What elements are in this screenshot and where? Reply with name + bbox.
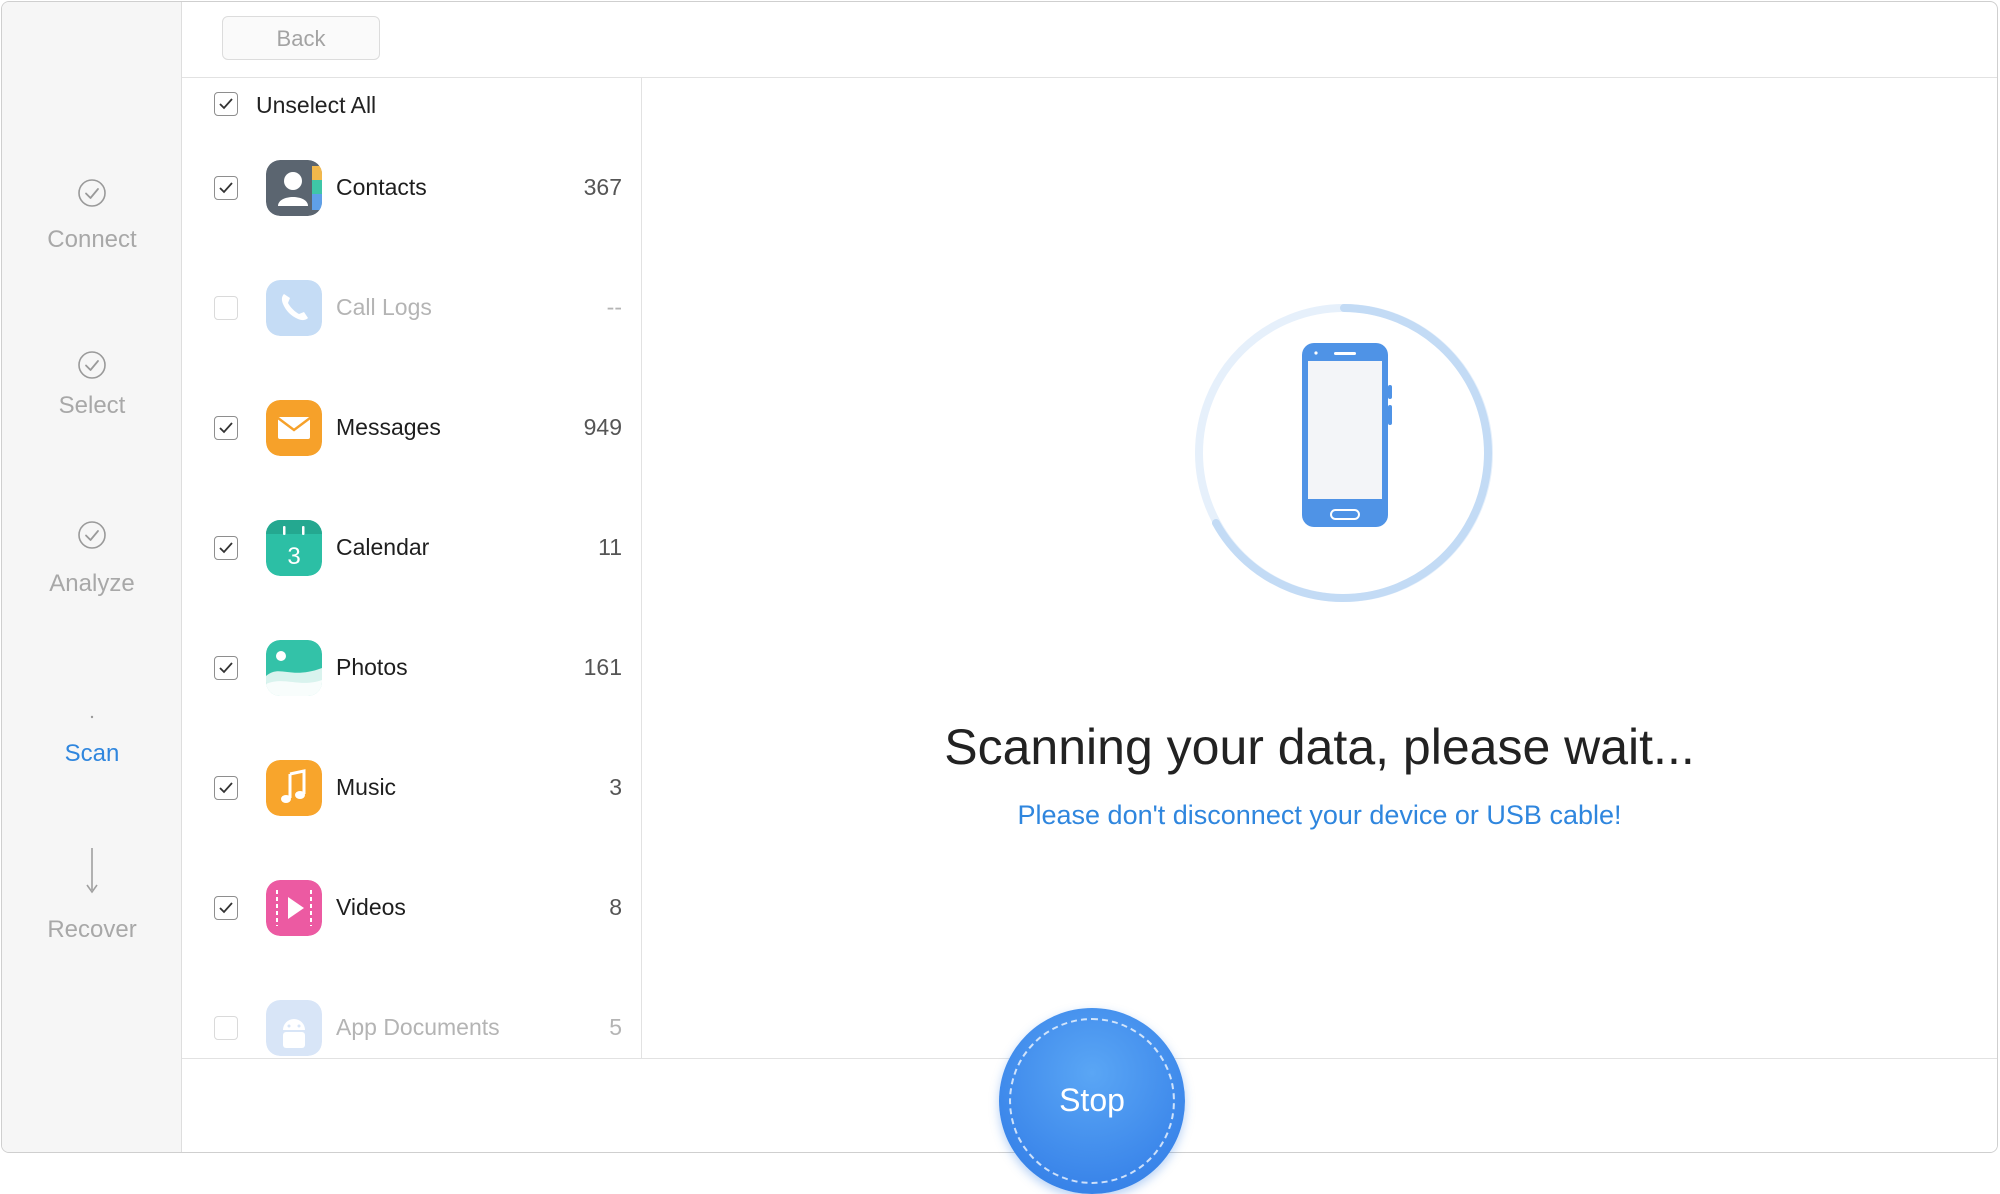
stop-button-label: Stop xyxy=(1059,1082,1125,1118)
contacts-icon xyxy=(266,160,322,216)
phone-scan-icon xyxy=(1195,304,1493,602)
step-select: Select xyxy=(2,350,182,420)
list-item-photos[interactable]: Photos 161 xyxy=(182,638,642,698)
scan-panel: Scanning your data, please wait... Pleas… xyxy=(642,78,1997,1058)
checkbox[interactable] xyxy=(214,92,238,116)
checkbox[interactable] xyxy=(214,656,238,680)
music-note-icon xyxy=(266,760,322,816)
checkmark-icon xyxy=(219,98,233,110)
list-item-music[interactable]: Music 3 xyxy=(182,758,642,818)
toolbar: Back xyxy=(182,2,1997,78)
item-name: App Documents xyxy=(336,1014,500,1040)
item-count: 11 xyxy=(598,534,622,560)
item-name: Messages xyxy=(336,414,441,440)
item-name: Videos xyxy=(336,894,406,920)
video-play-icon xyxy=(266,880,322,936)
list-item-calendar[interactable]: 3 Calendar 11 xyxy=(182,518,642,578)
step-label: Scan xyxy=(64,740,120,767)
photos-icon xyxy=(266,640,322,696)
step-scan: Scan xyxy=(2,714,182,768)
step-connect: Connect xyxy=(2,178,182,254)
list-item-messages[interactable]: Messages 949 xyxy=(182,398,642,458)
item-name: Calendar xyxy=(336,534,430,560)
stop-button[interactable]: Stop xyxy=(999,1008,1185,1194)
scan-warning-text: Please don't disconnect your device or U… xyxy=(1017,800,1622,830)
back-button[interactable]: Back xyxy=(222,16,380,60)
checkbox[interactable] xyxy=(214,896,238,920)
calendar-digit: 3 xyxy=(287,543,300,570)
step-recover: Recover xyxy=(2,846,182,944)
check-circle-icon xyxy=(78,179,106,207)
list-item-videos[interactable]: Videos 8 xyxy=(182,878,642,938)
android-icon xyxy=(266,1000,322,1056)
checkmark-icon xyxy=(219,542,233,554)
checkbox[interactable] xyxy=(214,416,238,440)
step-analyze: Analyze xyxy=(2,520,182,598)
list-item-app-documents: App Documents 5 xyxy=(182,998,642,1058)
list-item-call-logs: Call Logs -- xyxy=(182,278,642,338)
item-name: Music xyxy=(336,774,397,800)
arrow-down-icon xyxy=(86,848,98,894)
check-circle-icon xyxy=(78,521,106,549)
envelope-icon xyxy=(266,400,322,456)
checkmark-icon xyxy=(219,422,233,434)
item-count: 367 xyxy=(583,174,622,200)
item-count: 161 xyxy=(583,654,622,680)
step-label: Analyze xyxy=(49,570,135,597)
step-label: Connect xyxy=(47,226,137,253)
item-count: 5 xyxy=(609,1014,622,1040)
checkmark-icon xyxy=(219,782,233,794)
steps-sidebar: Connect Select Analyze Scan Recover xyxy=(2,2,182,1152)
item-count: -- xyxy=(606,294,622,320)
item-count: 949 xyxy=(583,414,622,440)
checkmark-icon xyxy=(219,182,233,194)
check-circle-icon xyxy=(78,351,106,379)
step-label: Select xyxy=(58,392,126,419)
calendar-icon: 3 xyxy=(266,520,322,576)
scan-status-title: Scanning your data, please wait... xyxy=(944,719,1695,775)
checkbox[interactable] xyxy=(214,536,238,560)
item-name: Photos xyxy=(336,654,408,680)
item-count: 8 xyxy=(609,894,622,920)
scan-dot-icon xyxy=(90,715,94,719)
checkbox[interactable] xyxy=(214,176,238,200)
checkmark-icon xyxy=(219,902,233,914)
unselect-all-label: Unselect All xyxy=(256,92,377,118)
list-item-contacts[interactable]: Contacts 367 xyxy=(182,158,642,218)
item-name: Contacts xyxy=(336,174,427,200)
phone-icon xyxy=(266,280,322,336)
checkbox xyxy=(214,296,238,320)
checkbox xyxy=(214,1016,238,1040)
item-count: 3 xyxy=(609,774,622,800)
checkbox[interactable] xyxy=(214,776,238,800)
item-name: Call Logs xyxy=(336,294,432,320)
app-window: Connect Select Analyze Scan Recover Back… xyxy=(1,1,1998,1153)
checkmark-icon xyxy=(219,662,233,674)
step-label: Recover xyxy=(47,916,137,943)
category-list: Unselect All Contacts 367 Call Logs -- M… xyxy=(182,78,642,1058)
